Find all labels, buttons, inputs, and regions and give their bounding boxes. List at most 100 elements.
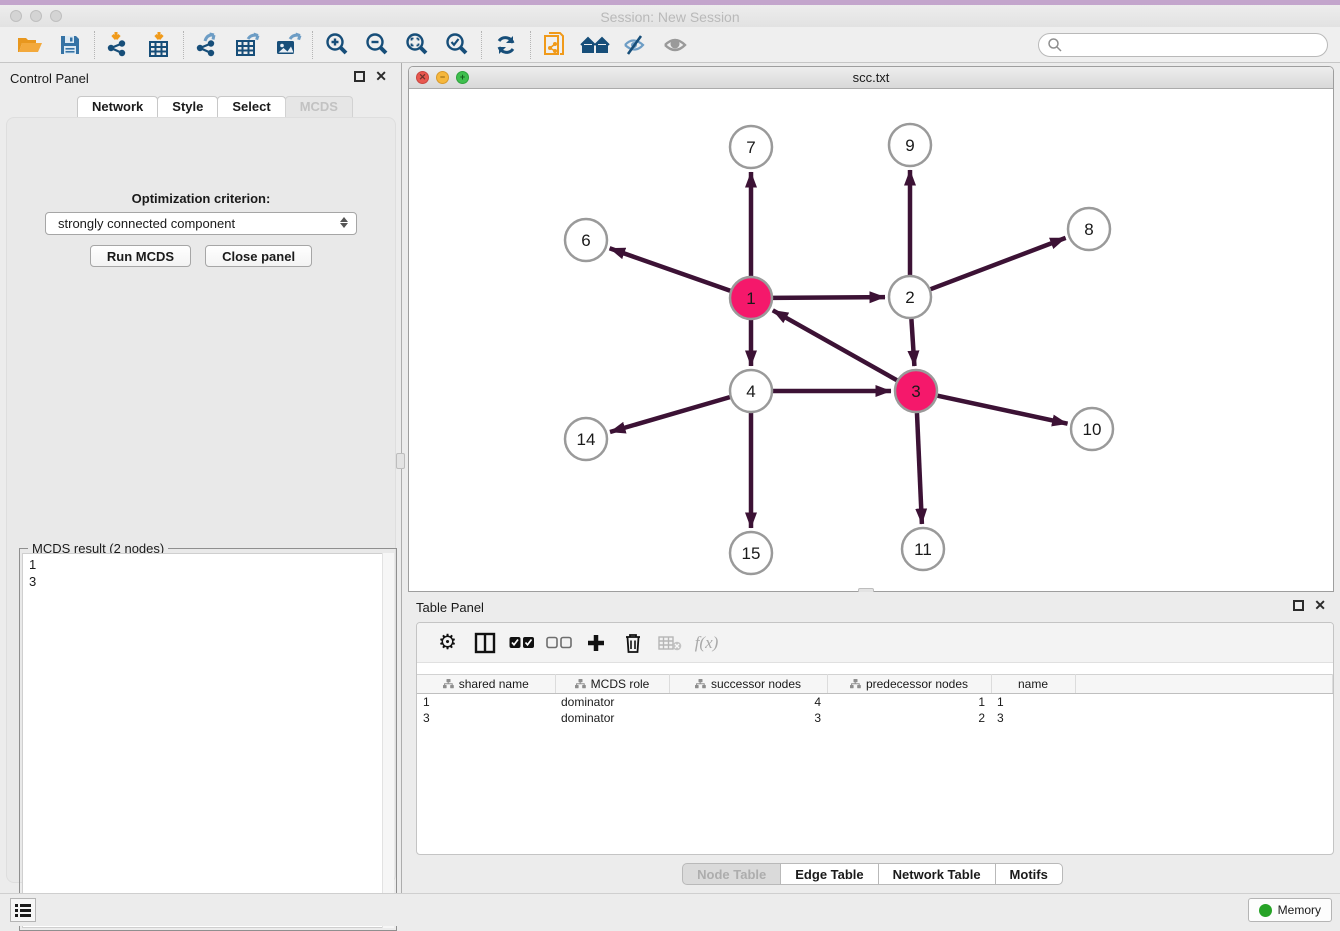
toolbar-separator: [94, 31, 95, 59]
svg-text:10: 10: [1083, 420, 1102, 439]
show-all-icon[interactable]: [655, 30, 695, 60]
table-panel-header: Table Panel ✕: [404, 600, 1340, 618]
search-input[interactable]: [1038, 33, 1328, 57]
edge-3-11[interactable]: [917, 413, 922, 524]
graph-node-4[interactable]: 4: [730, 370, 772, 412]
gear-icon[interactable]: ⚙: [429, 628, 466, 658]
svg-text:6: 6: [581, 231, 590, 250]
column-type-icon: [850, 679, 861, 689]
export-image-icon[interactable]: [268, 30, 308, 60]
result-scrollbar[interactable]: [382, 553, 394, 928]
float-table-panel-icon[interactable]: [1293, 600, 1304, 611]
export-network-icon[interactable]: [188, 30, 228, 60]
table-panel-title: Table Panel: [416, 600, 484, 615]
column-header-name[interactable]: name: [991, 675, 1075, 694]
edge-2-8[interactable]: [931, 238, 1066, 289]
graph-node-11[interactable]: 11: [902, 528, 944, 570]
svg-text:1: 1: [746, 289, 755, 308]
graph-node-10[interactable]: 10: [1071, 408, 1113, 450]
edge-3-1[interactable]: [773, 310, 897, 380]
add-column-icon[interactable]: [577, 628, 614, 658]
tab-network[interactable]: Network: [77, 96, 158, 117]
tab-select[interactable]: Select: [217, 96, 285, 117]
clone-network-icon[interactable]: [535, 30, 575, 60]
graph-node-2[interactable]: 2: [889, 276, 931, 318]
toolbar-separator: [183, 31, 184, 59]
node-table: shared name MCDS role successor nodes pr…: [417, 674, 1333, 726]
network-window-titlebar[interactable]: ✕ − + scc.txt: [409, 67, 1333, 89]
save-session-icon[interactable]: [50, 30, 90, 60]
tab-node-table[interactable]: Node Table: [682, 863, 781, 885]
edge-1-2[interactable]: [773, 297, 885, 298]
first-neighbors-icon[interactable]: [575, 30, 615, 60]
network-window-title: scc.txt: [409, 70, 1333, 85]
task-history-button[interactable]: [10, 898, 36, 922]
import-table-icon[interactable]: [139, 30, 179, 60]
criterion-select[interactable]: strongly connected component: [45, 212, 357, 235]
control-panel-header: Control Panel ✕: [0, 69, 401, 89]
tab-edge-table[interactable]: Edge Table: [780, 863, 878, 885]
delete-column-icon[interactable]: [614, 628, 651, 658]
close-panel-button[interactable]: Close panel: [205, 245, 312, 267]
edge-4-14[interactable]: [610, 397, 730, 432]
open-file-icon[interactable]: [10, 30, 50, 60]
zoom-fit-icon[interactable]: [397, 30, 437, 60]
column-type-icon: [443, 679, 454, 689]
memory-label: Memory: [1278, 903, 1321, 917]
table-panel: Table Panel ✕ ⚙: [404, 592, 1340, 893]
graph-node-8[interactable]: 8: [1068, 208, 1110, 250]
column-type-icon: [695, 679, 706, 689]
hide-selected-icon[interactable]: [615, 30, 655, 60]
edge-1-6[interactable]: [610, 248, 731, 290]
column-header-predecessor-nodes[interactable]: predecessor nodes: [827, 675, 991, 694]
import-network-icon[interactable]: [99, 30, 139, 60]
svg-text:3: 3: [911, 382, 920, 401]
network-canvas[interactable]: 7 9 6 8 1 2 4 3 14 10 15 11: [409, 89, 1333, 591]
control-panel: Control Panel ✕ Network Style Select MCD…: [0, 63, 402, 893]
tab-mcds[interactable]: MCDS: [285, 96, 353, 117]
memory-button[interactable]: Memory: [1248, 898, 1332, 922]
graph-node-3[interactable]: 3: [895, 370, 937, 412]
toolbar-separator: [481, 31, 482, 59]
status-bar: Memory: [0, 893, 1340, 926]
column-header-mcds-role[interactable]: MCDS role: [555, 675, 669, 694]
apply-layout-icon[interactable]: [486, 30, 526, 60]
deselect-all-columns-icon[interactable]: [540, 628, 577, 658]
tab-network-table[interactable]: Network Table: [878, 863, 996, 885]
column-view-icon[interactable]: [466, 628, 503, 658]
table-row[interactable]: 3dominator323: [417, 710, 1333, 726]
zoom-out-icon[interactable]: [357, 30, 397, 60]
float-panel-icon[interactable]: [354, 71, 365, 82]
column-type-icon: [575, 679, 586, 689]
delete-table-icon[interactable]: [651, 628, 688, 658]
export-table-icon[interactable]: [228, 30, 268, 60]
control-panel-tabs: Network Style Select MCDS: [77, 96, 352, 117]
tab-motifs[interactable]: Motifs: [995, 863, 1063, 885]
mcds-panel-body: Optimization criterion: strongly connect…: [6, 117, 396, 883]
close-table-panel-icon[interactable]: ✕: [1314, 600, 1326, 611]
list-icon: [15, 903, 31, 917]
table-toolbar: ⚙ f(x): [417, 623, 1333, 663]
graph-node-6[interactable]: 6: [565, 219, 607, 261]
toolbar-separator: [312, 31, 313, 59]
select-all-columns-icon[interactable]: [503, 628, 540, 658]
graph-node-1[interactable]: 1: [730, 277, 772, 319]
column-header-successor-nodes[interactable]: successor nodes: [669, 675, 827, 694]
tab-style[interactable]: Style: [157, 96, 218, 117]
edge-3-10[interactable]: [938, 396, 1068, 424]
graph-node-7[interactable]: 7: [730, 126, 772, 168]
column-header-shared-name[interactable]: shared name: [417, 675, 555, 694]
graph-node-9[interactable]: 9: [889, 124, 931, 166]
graph-node-14[interactable]: 14: [565, 418, 607, 460]
close-panel-icon[interactable]: ✕: [375, 71, 387, 82]
zoom-selected-icon[interactable]: [437, 30, 477, 60]
panel-splitter-handle[interactable]: [396, 453, 405, 469]
run-mcds-button[interactable]: Run MCDS: [90, 245, 191, 267]
graph-node-15[interactable]: 15: [730, 532, 772, 574]
function-builder-icon[interactable]: f(x): [688, 628, 725, 658]
table-row[interactable]: 1dominator411: [417, 694, 1333, 710]
edge-2-3[interactable]: [911, 319, 914, 366]
memory-status-icon: [1259, 904, 1272, 917]
mcds-result-text[interactable]: 1 3: [22, 553, 394, 928]
zoom-in-icon[interactable]: [317, 30, 357, 60]
